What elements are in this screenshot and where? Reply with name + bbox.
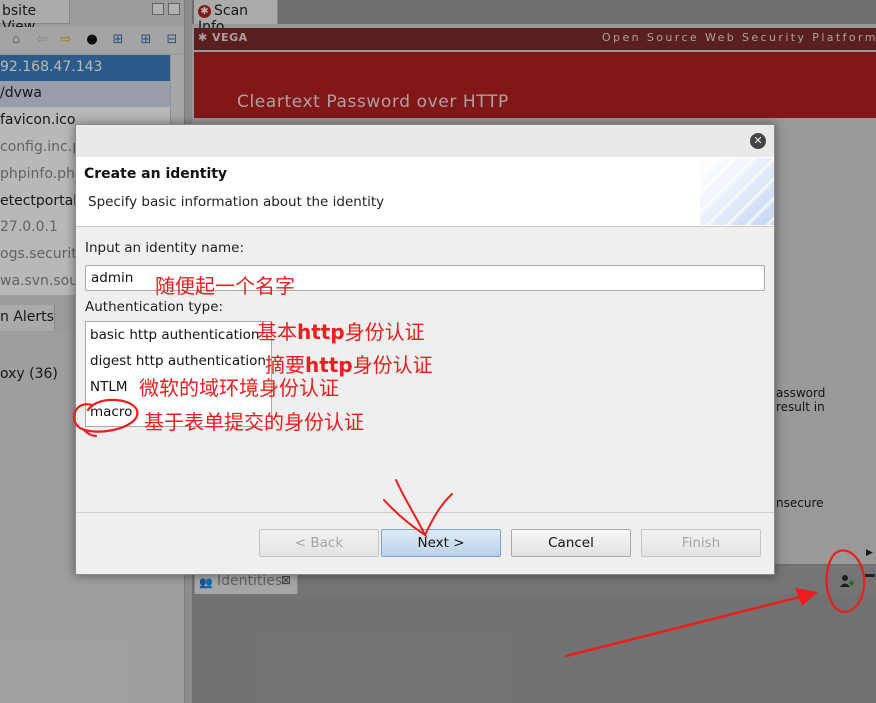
dialog-subtitle: Specify basic information about the iden… — [88, 194, 385, 210]
annotation-text-bold: http — [297, 320, 345, 344]
wizard-banner-decoration — [700, 158, 774, 225]
annotation-macro-note: 基于表单提交的身份认证 — [144, 410, 364, 434]
auth-type-digest[interactable]: digest http authentication — [90, 353, 266, 369]
annotation-basic-note: 基本http身份认证 — [257, 316, 425, 345]
close-icon[interactable]: ✕ — [750, 133, 766, 149]
auth-type-label: Authentication type: — [85, 299, 224, 315]
back-button[interactable]: < Back — [259, 529, 379, 557]
annotation-text: 身份认证 — [344, 320, 425, 344]
dialog-titlebar[interactable] — [76, 125, 774, 157]
annotation-text: 基本 — [257, 320, 297, 344]
auth-type-ntlm[interactable]: NTLM — [90, 379, 128, 395]
annotation-ntlm-note: 微软的域环境身份认证 — [139, 376, 339, 400]
finish-button[interactable]: Finish — [641, 529, 761, 557]
dialog-title: Create an identity — [84, 166, 228, 182]
cancel-button[interactable]: Cancel — [511, 529, 631, 557]
auth-type-basic[interactable]: basic http authentication — [90, 327, 259, 343]
annotation-name-note: 随便起一个名字 — [155, 274, 295, 298]
dialog-separator — [76, 512, 774, 513]
identity-name-label: Input an identity name: — [85, 240, 245, 256]
auth-type-macro[interactable]: macro — [90, 404, 132, 420]
annotation-text: 身份认证 — [352, 353, 433, 377]
next-button[interactable]: Next > — [381, 529, 501, 557]
